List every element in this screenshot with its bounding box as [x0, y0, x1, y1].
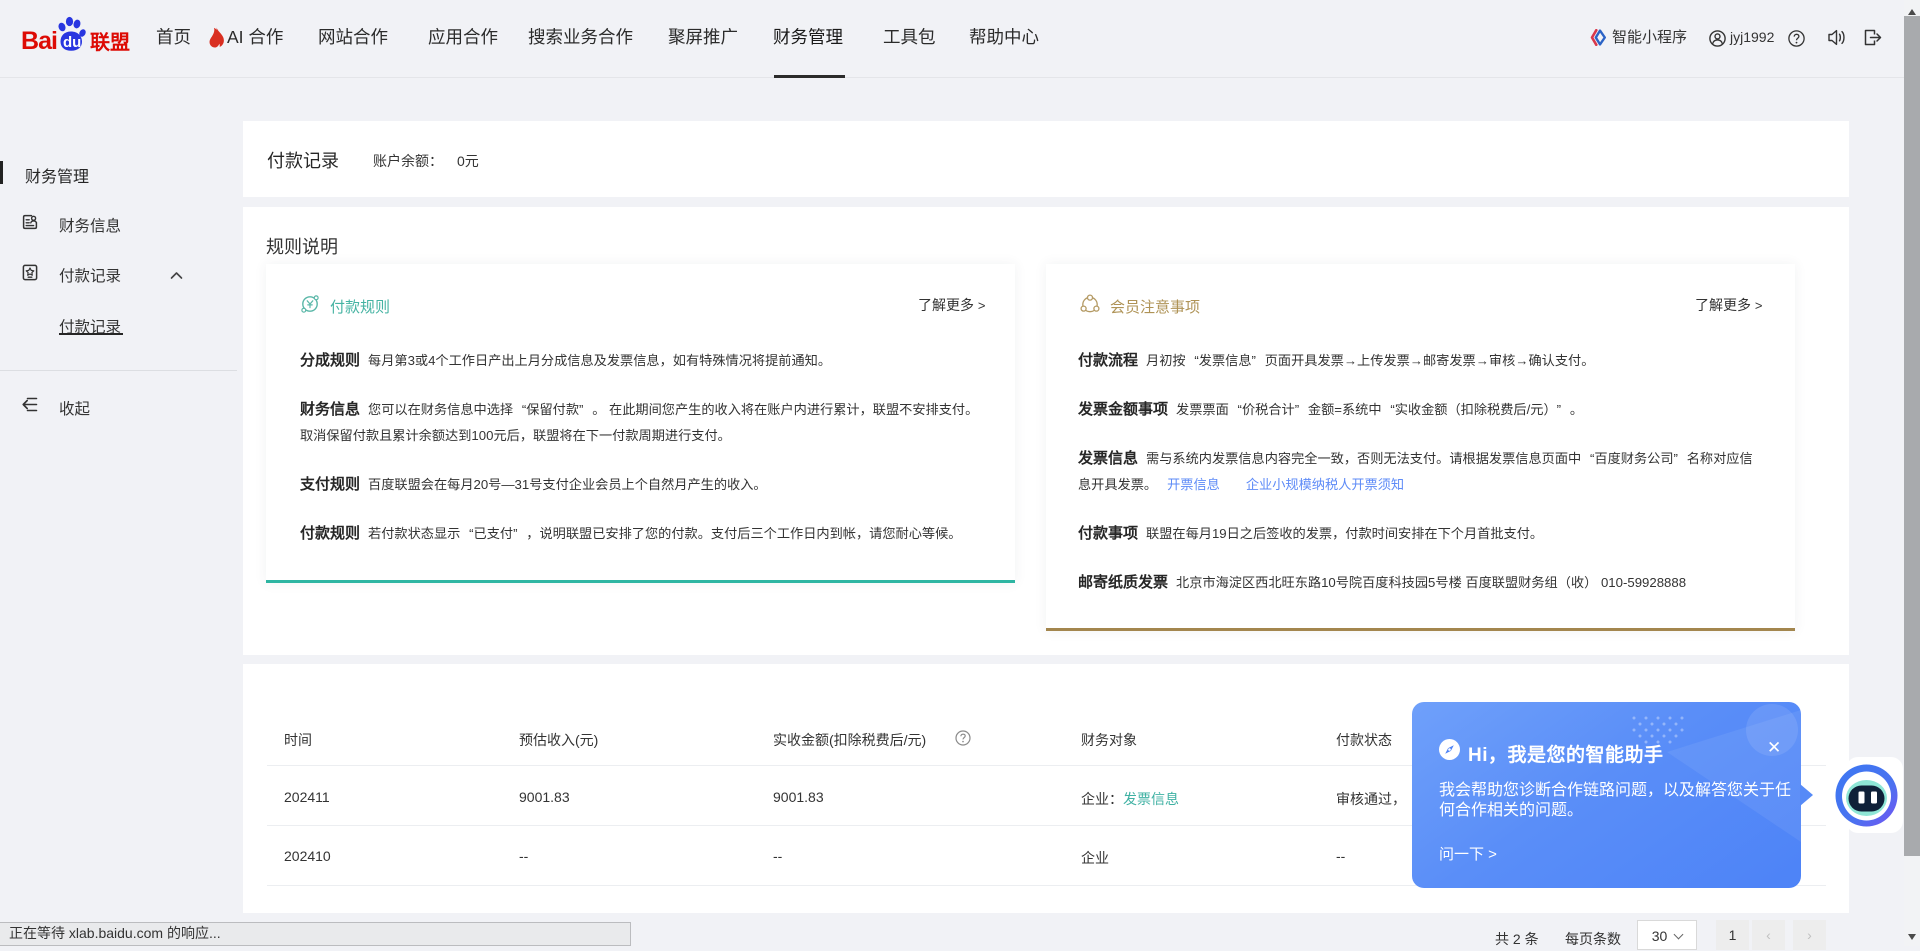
- svg-text:联盟: 联盟: [90, 31, 130, 54]
- svg-text:Bai: Bai: [22, 27, 58, 55]
- svg-text:du: du: [63, 34, 81, 51]
